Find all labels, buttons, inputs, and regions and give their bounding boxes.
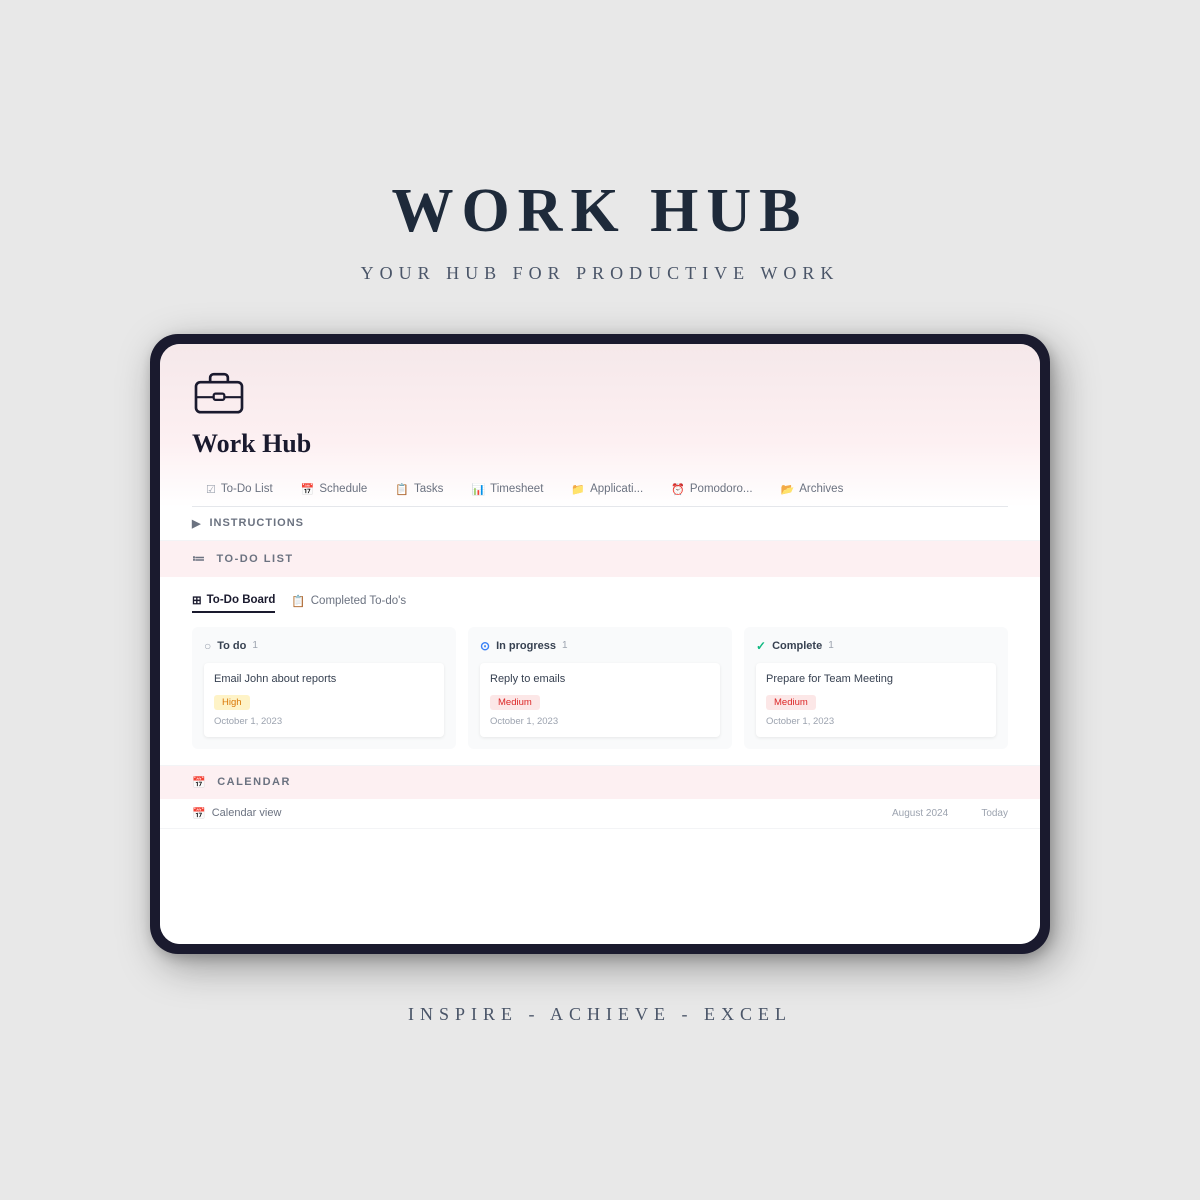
kanban-area: ⊞ To-Do Board 📋 Completed To-do's ○ To xyxy=(160,577,1040,765)
calendar-month-hint: August 2024 Today xyxy=(892,808,1008,819)
kanban-tab-completed-label: Completed To-do's xyxy=(311,595,406,607)
tab-applications-label: Applicati... xyxy=(590,483,643,495)
tab-schedule-icon: 📅 xyxy=(301,483,315,496)
col-complete-label: Complete xyxy=(772,640,822,652)
page-subtitle: YOUR HUB FOR PRODUCTIVE WORK xyxy=(361,263,840,284)
card-email-date: October 1, 2023 xyxy=(214,716,434,727)
tablet-frame: Work Hub ☑ To-Do List 📅 Schedule 📋 Tasks… xyxy=(150,334,1050,954)
tab-archives[interactable]: 📂 Archives xyxy=(767,475,858,506)
tab-tasks[interactable]: 📋 Tasks xyxy=(381,475,457,506)
tab-schedule-label: Schedule xyxy=(319,483,367,495)
calendar-view-icon: 📅 xyxy=(192,807,206,820)
col-inprogress-count: 1 xyxy=(562,640,568,651)
card-meeting-date: October 1, 2023 xyxy=(766,716,986,727)
kanban-tab-board[interactable]: ⊞ To-Do Board xyxy=(192,593,275,613)
col-inprogress-label: In progress xyxy=(496,640,556,652)
col-todo-label: To do xyxy=(217,640,246,652)
tab-archives-icon: 📂 xyxy=(781,483,795,496)
kanban-tabs: ⊞ To-Do Board 📋 Completed To-do's xyxy=(192,593,1008,613)
calendar-view-row: 📅 Calendar view August 2024 Today xyxy=(160,799,1040,829)
tab-schedule[interactable]: 📅 Schedule xyxy=(287,475,382,506)
notion-body: ▶ INSTRUCTIONS ≔ TO-DO LIST ⊞ To-Do Boar… xyxy=(160,507,1040,944)
tab-applications-icon: 📁 xyxy=(571,483,585,496)
col-header-todo: ○ To do 1 xyxy=(204,639,444,653)
tab-pomodoro[interactable]: ⏰ Pomodoro... xyxy=(657,475,766,506)
card-reply-date: October 1, 2023 xyxy=(490,716,710,727)
calendar-section: 📅 CALENDAR 📅 Calendar view August 2024 T… xyxy=(160,765,1040,829)
kanban-card-reply[interactable]: Reply to emails Medium October 1, 2023 xyxy=(480,663,720,737)
notion-page-name: Work Hub xyxy=(192,429,1008,459)
calendar-section-label: CALENDAR xyxy=(217,776,291,788)
toggle-arrow-icon: ▶ xyxy=(192,517,201,530)
tab-timesheet-icon: 📊 xyxy=(471,483,485,496)
kanban-card-meeting[interactable]: Prepare for Team Meeting Medium October … xyxy=(756,663,996,737)
tab-pomodoro-icon: ⏰ xyxy=(671,483,685,496)
kanban-tab-completed[interactable]: 📋 Completed To-do's xyxy=(291,593,406,613)
tab-tasks-label: Tasks xyxy=(414,483,443,495)
kanban-tab-completed-icon: 📋 xyxy=(291,594,305,608)
todo-section-icon: ≔ xyxy=(192,551,207,567)
todo-section-label: TO-DO LIST xyxy=(217,553,294,565)
tab-applications[interactable]: 📁 Applicati... xyxy=(557,475,657,506)
calendar-section-header: 📅 CALENDAR xyxy=(160,766,1040,799)
briefcase-icon xyxy=(192,368,246,414)
tab-todo-list-icon: ☑ xyxy=(206,483,216,496)
col-complete-icon: ✓ xyxy=(756,639,766,653)
card-email-badge: High xyxy=(214,695,250,710)
tab-todo-list-label: To-Do List xyxy=(221,483,273,495)
tab-todo-list[interactable]: ☑ To-Do List xyxy=(192,475,287,506)
card-meeting-badge: Medium xyxy=(766,695,816,710)
tab-timesheet-label: Timesheet xyxy=(490,483,543,495)
kanban-tab-board-icon: ⊞ xyxy=(192,593,202,607)
notion-header: Work Hub ☑ To-Do List 📅 Schedule 📋 Tasks… xyxy=(160,344,1040,507)
tab-tasks-icon: 📋 xyxy=(395,483,409,496)
kanban-col-complete: ✓ Complete 1 Prepare for Team Meeting Me… xyxy=(744,627,1008,749)
kanban-col-inprogress: ⊙ In progress 1 Reply to emails Medium O… xyxy=(468,627,732,749)
calendar-view-label[interactable]: 📅 Calendar view xyxy=(192,807,281,820)
col-header-inprogress: ⊙ In progress 1 xyxy=(480,639,720,653)
kanban-columns: ○ To do 1 Email John about reports High … xyxy=(192,627,1008,749)
kanban-col-todo: ○ To do 1 Email John about reports High … xyxy=(192,627,456,749)
page-title: WORK HUB xyxy=(391,176,808,247)
tab-pomodoro-label: Pomodoro... xyxy=(690,483,753,495)
tab-timesheet[interactable]: 📊 Timesheet xyxy=(457,475,557,506)
bottom-tagline: INSPIRE - ACHIEVE - EXCEL xyxy=(408,1004,792,1025)
tablet-screen: Work Hub ☑ To-Do List 📅 Schedule 📋 Tasks… xyxy=(160,344,1040,944)
instructions-toggle[interactable]: ▶ INSTRUCTIONS xyxy=(160,507,1040,541)
todo-section-header: ≔ TO-DO LIST xyxy=(160,541,1040,577)
col-progress-icon: ⊙ xyxy=(480,639,490,653)
col-header-complete: ✓ Complete 1 xyxy=(756,639,996,653)
tab-archives-label: Archives xyxy=(799,483,843,495)
card-meeting-title: Prepare for Team Meeting xyxy=(766,673,986,685)
col-complete-count: 1 xyxy=(828,640,834,651)
kanban-card-email[interactable]: Email John about reports High October 1,… xyxy=(204,663,444,737)
card-reply-badge: Medium xyxy=(490,695,540,710)
kanban-tab-board-label: To-Do Board xyxy=(207,594,276,606)
calendar-section-icon: 📅 xyxy=(192,776,207,789)
col-todo-icon: ○ xyxy=(204,639,211,653)
col-todo-count: 1 xyxy=(252,640,258,651)
card-email-title: Email John about reports xyxy=(214,673,434,685)
nav-tabs: ☑ To-Do List 📅 Schedule 📋 Tasks 📊 Timesh… xyxy=(192,475,1008,507)
card-reply-title: Reply to emails xyxy=(490,673,710,685)
instructions-label: INSTRUCTIONS xyxy=(209,517,304,529)
